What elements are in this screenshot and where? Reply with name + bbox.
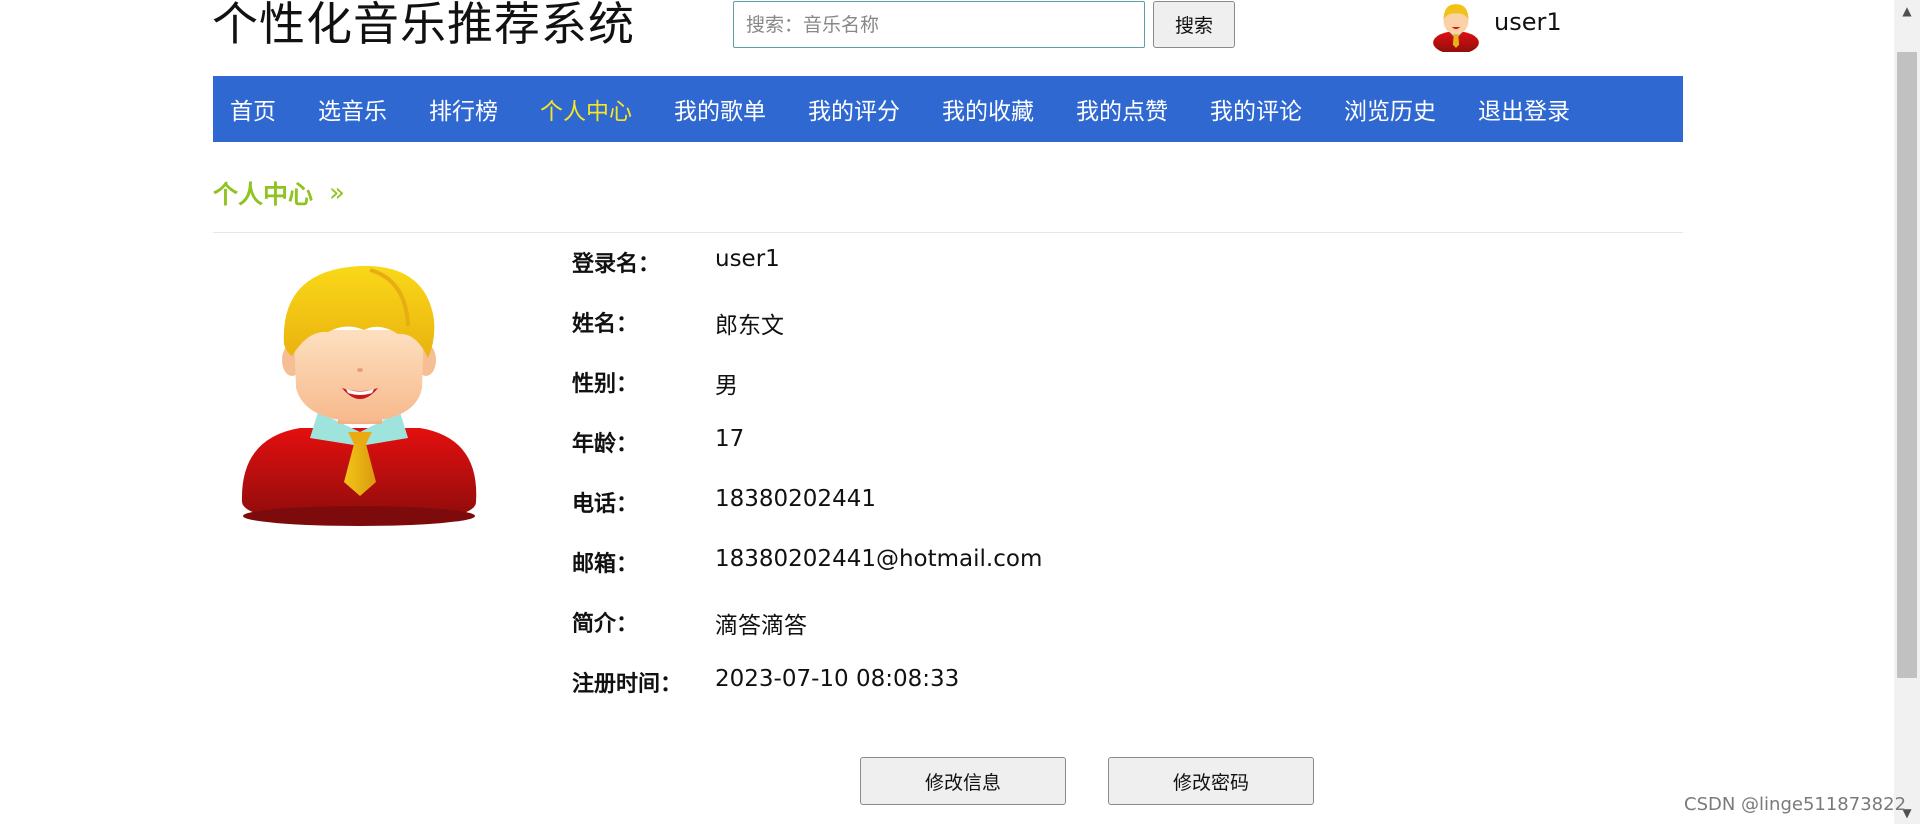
info-label: 注册时间： xyxy=(572,672,683,697)
nav-item-my-likes[interactable]: 我的点赞 xyxy=(1076,92,1168,126)
scroll-thumb[interactable] xyxy=(1897,52,1917,678)
username-label[interactable]: user1 xyxy=(1494,8,1562,36)
watermark: CSDN @linge511873822 xyxy=(1684,794,1907,815)
nav-item-my-favorites[interactable]: 我的收藏 xyxy=(942,92,1034,126)
info-value: 郎东文 xyxy=(715,313,784,339)
info-label: 年龄： xyxy=(572,432,639,457)
nav-item-choose-music[interactable]: 选音乐 xyxy=(318,92,387,126)
info-value: 滴答滴答 xyxy=(715,613,807,639)
breadcrumb-label: 个人中心 xyxy=(213,180,314,209)
info-value: 男 xyxy=(715,373,738,399)
info-value: 17 xyxy=(715,426,745,452)
profile-avatar xyxy=(230,260,490,532)
info-value: 18380202441@hotmail.com xyxy=(715,546,1043,572)
page: 个性化音乐推荐系统 搜索 user1 首页 选音乐 排行榜 个人中心 我的歌单 … xyxy=(0,0,1920,824)
search-input[interactable] xyxy=(733,1,1145,48)
user-avatar-icon[interactable] xyxy=(1430,0,1482,55)
info-label: 邮箱： xyxy=(572,552,639,577)
info-label: 电话： xyxy=(572,492,639,517)
search-button[interactable]: 搜索 xyxy=(1153,1,1235,48)
info-value: 2023-07-10 08:08:33 xyxy=(715,666,960,692)
nav-item-home[interactable]: 首页 xyxy=(230,92,276,126)
nav-item-my-comments[interactable]: 我的评论 xyxy=(1210,92,1302,126)
info-label: 性别： xyxy=(572,372,639,397)
info-value: 18380202441 xyxy=(715,486,876,512)
site-title: 个性化音乐推荐系统 xyxy=(212,0,635,51)
info-label: 简介： xyxy=(572,612,639,637)
info-label: 姓名： xyxy=(572,312,639,337)
divider xyxy=(213,232,1683,233)
nav-item-logout[interactable]: 退出登录 xyxy=(1478,92,1570,126)
scrollbar[interactable]: ▲ ▼ xyxy=(1894,0,1920,824)
edit-info-button[interactable]: 修改信息 xyxy=(860,757,1066,805)
nav-item-rankings[interactable]: 排行榜 xyxy=(429,92,498,126)
info-label: 登录名： xyxy=(572,252,661,277)
change-password-button[interactable]: 修改密码 xyxy=(1108,757,1314,805)
nav-item-my-ratings[interactable]: 我的评分 xyxy=(808,92,900,126)
nav-item-my-playlists[interactable]: 我的歌单 xyxy=(674,92,766,126)
chevron-double-right-icon: » xyxy=(329,178,345,208)
scroll-up-arrow-icon[interactable]: ▲ xyxy=(1894,0,1920,22)
main-nav: 首页 选音乐 排行榜 个人中心 我的歌单 我的评分 我的收藏 我的点赞 我的评论… xyxy=(213,76,1683,142)
nav-item-personal-center[interactable]: 个人中心 xyxy=(540,92,632,126)
breadcrumb: 个人中心 » xyxy=(213,175,345,211)
info-value: user1 xyxy=(715,246,780,272)
nav-item-history[interactable]: 浏览历史 xyxy=(1344,92,1436,126)
